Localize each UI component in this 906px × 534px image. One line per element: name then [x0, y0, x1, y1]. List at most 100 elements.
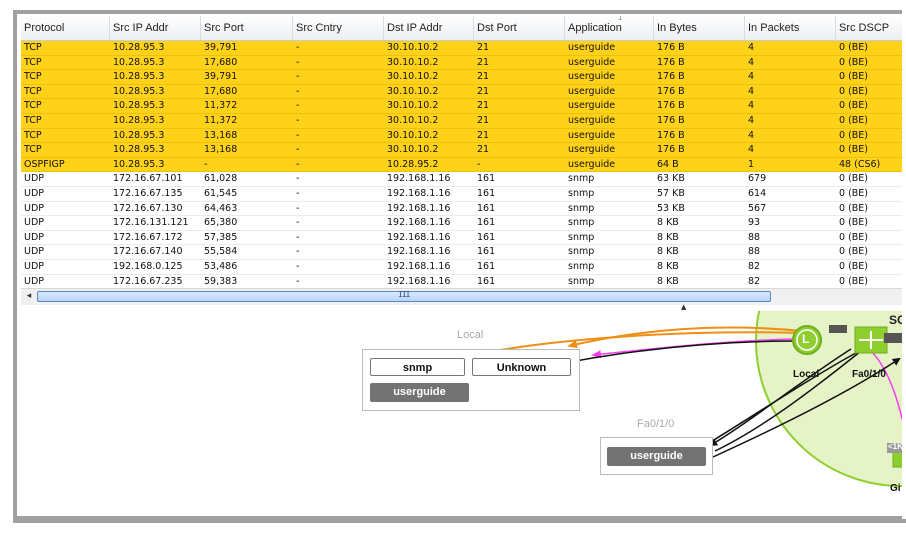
gi-node-label: Gi [890, 483, 901, 494]
table-cell: 64 B [657, 158, 679, 170]
local-group-title: Local [457, 329, 484, 341]
app-userguide-node[interactable]: userguide [370, 383, 469, 402]
table-row[interactable]: UDP 172.16.67.172 57,385 - 192.168.1.16 161 sn… [21, 231, 902, 246]
table-cell: 4 [748, 42, 755, 53]
table-cell: 39,791 [204, 42, 238, 53]
table-cell: 176 B [657, 56, 685, 68]
table-cell: 30.10.10.2 [387, 114, 439, 126]
table-cell: 57 KB [657, 187, 685, 199]
table-cell: TCP [24, 114, 42, 126]
table-cell: 614 [748, 187, 767, 199]
table-row[interactable]: UDP 172.16.67.140 55,584 - 192.168.1.16 161 sn… [21, 245, 902, 260]
table-cell: userguide [568, 129, 616, 141]
table-cell: 0 (BE) [839, 129, 868, 141]
table-row[interactable]: UDP 192.168.0.125 53,486 - 192.168.1.16 161 sn… [21, 260, 902, 275]
table-cell: TCP [24, 42, 42, 53]
table-row[interactable]: UDP 172.16.131.121 65,380 - 192.168.1.16 161 s… [21, 216, 902, 231]
table-cell: 4 [748, 71, 755, 83]
table-cell: TCP [24, 129, 42, 141]
table-row[interactable]: TCP 10.28.95.3 13,168 - 30.10.10.2 21 userguid… [21, 128, 902, 144]
table-cell: 172.16.67.135 [113, 187, 183, 199]
table-row[interactable]: TCP 10.28.95.3 39,791 - 30.10.10.2 21 userguid… [21, 70, 902, 85]
table-cell: 8 KB [657, 246, 679, 258]
table-header: Protocol Src IP Addr Src Port Src Cntry Dst … [21, 16, 902, 41]
flow-table: Protocol Src IP Addr Src Port Src Cntry Dst … [21, 16, 902, 288]
table-cell: 0 (BE) [839, 56, 868, 68]
table-cell: 192.168.1.16 [387, 202, 451, 214]
table-cell: - [296, 71, 300, 83]
column-header-dst-ip-addr[interactable]: Dst IP Addr [384, 16, 474, 40]
splitter-caret-icon[interactable]: ▲ [681, 303, 686, 311]
table-row[interactable]: TCP 10.28.95.3 17,680 - 30.10.10.2 21 userguid… [21, 84, 902, 100]
table-cell: snmp [568, 260, 595, 272]
table-cell: 13,168 [204, 144, 238, 156]
table-cell: 39,791 [204, 71, 238, 83]
scroll-thumb[interactable]: III [37, 290, 771, 302]
table-cell: 10.28.95.3 [113, 129, 165, 141]
table-row[interactable]: TCP 10.28.95.3 11,372 - 30.10.10.2 21 userguid… [21, 113, 902, 129]
table-cell: 172.16.67.130 [113, 202, 183, 214]
table-cell: 63 KB [657, 173, 685, 185]
table-cell: TCP [24, 85, 42, 97]
table-cell: 10.28.95.3 [113, 114, 165, 126]
table-cell: 48 (CS6) [839, 158, 881, 170]
table-cell: - [296, 144, 300, 156]
table-cell: UDP [24, 231, 44, 243]
table-cell: 172.16.67.101 [113, 173, 183, 185]
app-userguide-node[interactable]: userguide [607, 447, 706, 466]
table-cell: 176 B [657, 129, 685, 141]
table-row[interactable]: UDP 172.16.67.235 59,383 - 192.168.1.16 161 sn… [21, 275, 902, 289]
column-header-dst-port[interactable]: Dst Port [474, 16, 565, 40]
table-cell: 55,584 [204, 246, 238, 258]
table-cell: 176 B [657, 144, 685, 156]
table-row[interactable]: TCP 10.28.95.3 11,372 - 30.10.10.2 21 userguid… [21, 99, 902, 114]
table-cell: 0 (BE) [839, 260, 868, 272]
app-snmp-node[interactable]: snmp [370, 358, 465, 376]
table-cell: 10.28.95.3 [113, 144, 165, 156]
table-cell: - [296, 202, 300, 214]
column-header-src-dscp[interactable]: Src DSCP [836, 16, 902, 40]
table-row[interactable]: UDP 172.16.67.130 64,463 - 192.168.1.16 161 sn… [21, 202, 902, 217]
table-row[interactable]: TCP 10.28.95.3 39,791 - 30.10.10.2 21 userguid… [21, 41, 902, 56]
column-header-in-bytes[interactable]: In Bytes [654, 16, 745, 40]
table-cell: snmp [568, 246, 595, 258]
table-cell: 0 (BE) [839, 202, 868, 214]
table-cell: 192.168.1.16 [387, 231, 451, 243]
table-cell: 192.168.1.16 [387, 246, 451, 258]
table-cell: 21 [477, 100, 490, 112]
table-row[interactable]: TCP 10.28.95.3 17,680 - 30.10.10.2 21 userguid… [21, 55, 902, 71]
local-node-label: Local [793, 369, 820, 380]
table-cell: userguide [568, 158, 616, 170]
table-cell: 61,545 [204, 187, 238, 199]
table-cell: - [296, 231, 300, 243]
table-cell: 30.10.10.2 [387, 129, 439, 141]
device-title-partial: SCO [889, 313, 902, 327]
table-row[interactable]: UDP 172.16.67.101 61,028 - 192.168.1.16 161 sn… [21, 172, 902, 187]
horizontal-scrollbar[interactable]: ◂ III [21, 288, 902, 305]
table-cell: userguide [568, 144, 616, 156]
scroll-left-arrow-icon[interactable]: ◂ [23, 290, 35, 303]
table-cell: 176 B [657, 85, 685, 97]
table-cell: snmp [568, 202, 595, 214]
table-cell: 176 B [657, 71, 685, 83]
table-cell: 30.10.10.2 [387, 56, 439, 68]
table-cell: 10.28.95.3 [113, 158, 165, 170]
table-cell: 4 [748, 56, 755, 68]
column-header-protocol[interactable]: Protocol [21, 16, 110, 40]
table-cell: 4 [748, 129, 755, 141]
table-cell: userguide [568, 71, 616, 83]
table-cell: OSPFIGP [24, 158, 65, 170]
table-cell: 21 [477, 85, 490, 97]
column-header-src-ip-addr[interactable]: Src IP Addr [110, 16, 201, 40]
table-cell: TCP [24, 144, 42, 156]
table-body: TCP 10.28.95.3 39,791 - 30.10.10.2 21 userguid… [21, 41, 902, 288]
column-header-src-port[interactable]: Src Port [201, 16, 293, 40]
column-header-in-packets[interactable]: In Packets [745, 16, 836, 40]
column-header-application[interactable]: Application [565, 16, 654, 40]
table-cell: 30.10.10.2 [387, 85, 439, 97]
table-row[interactable]: OSPFIGP 10.28.95.3 - - 10.28.95.2 - userguide 6… [21, 157, 902, 173]
column-header-src-cntry[interactable]: Src Cntry [293, 16, 384, 40]
table-row[interactable]: UDP 172.16.67.135 61,545 - 192.168.1.16 161 sn… [21, 187, 902, 202]
app-unknown-node[interactable]: Unknown [472, 358, 571, 376]
table-row[interactable]: TCP 10.28.95.3 13,168 - 30.10.10.2 21 userguid… [21, 143, 902, 158]
